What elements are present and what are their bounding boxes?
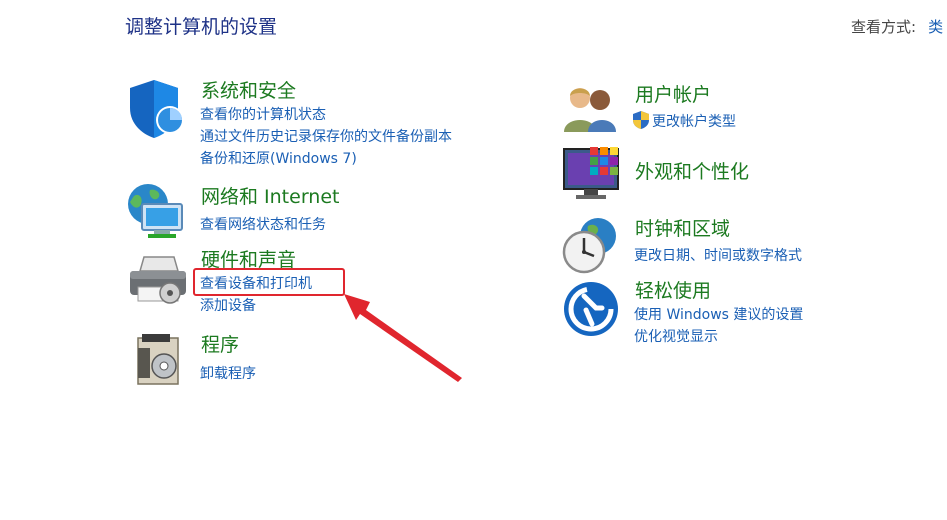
uac-shield-icon	[633, 111, 649, 133]
shield-icon[interactable]	[126, 78, 186, 144]
category-title-ease-of-access[interactable]: 轻松使用	[635, 276, 711, 303]
link-change-date-time-format[interactable]: 更改日期、时间或数字格式	[634, 245, 802, 265]
link-file-history-backup[interactable]: 通过文件历史记录保存你的文件备份副本	[200, 126, 452, 146]
link-network-status[interactable]: 查看网络状态和任务	[200, 214, 326, 234]
accessibility-icon[interactable]	[562, 280, 620, 342]
view-by-label: 查看方式:	[851, 18, 917, 36]
link-uninstall-program[interactable]: 卸载程序	[200, 363, 256, 383]
link-backup-restore[interactable]: 备份和还原(Windows 7)	[200, 148, 357, 168]
globe-network-icon[interactable]	[126, 182, 188, 246]
link-change-account-type[interactable]: 更改帐户类型	[633, 111, 736, 133]
link-optimize-visual-display[interactable]: 优化视觉显示	[634, 326, 718, 346]
annotation-highlight-box	[193, 268, 345, 296]
category-title-network-internet[interactable]: 网络和 Internet	[201, 182, 339, 209]
link-windows-recommended-settings[interactable]: 使用 Windows 建议的设置	[634, 304, 803, 324]
clock-globe-icon[interactable]	[562, 216, 620, 278]
view-by-dropdown[interactable]: 类	[928, 18, 943, 36]
view-by: 查看方式: 类	[851, 16, 943, 37]
users-icon[interactable]	[562, 84, 620, 138]
link-view-computer-status[interactable]: 查看你的计算机状态	[200, 104, 326, 124]
category-title-programs[interactable]: 程序	[201, 330, 239, 357]
link-change-account-type-label: 更改帐户类型	[652, 114, 736, 130]
page-title: 调整计算机的设置	[125, 16, 278, 38]
printer-icon[interactable]	[126, 253, 188, 315]
category-title-system-security[interactable]: 系统和安全	[201, 76, 296, 103]
monitor-tiles-icon[interactable]	[562, 145, 624, 207]
annotation-arrow	[344, 294, 462, 382]
category-title-appearance[interactable]: 外观和个性化	[635, 157, 749, 184]
program-disc-icon[interactable]	[134, 332, 184, 390]
category-title-user-accounts[interactable]: 用户帐户	[635, 80, 711, 107]
link-add-device[interactable]: 添加设备	[200, 295, 256, 315]
category-title-clock-region[interactable]: 时钟和区域	[635, 214, 730, 241]
